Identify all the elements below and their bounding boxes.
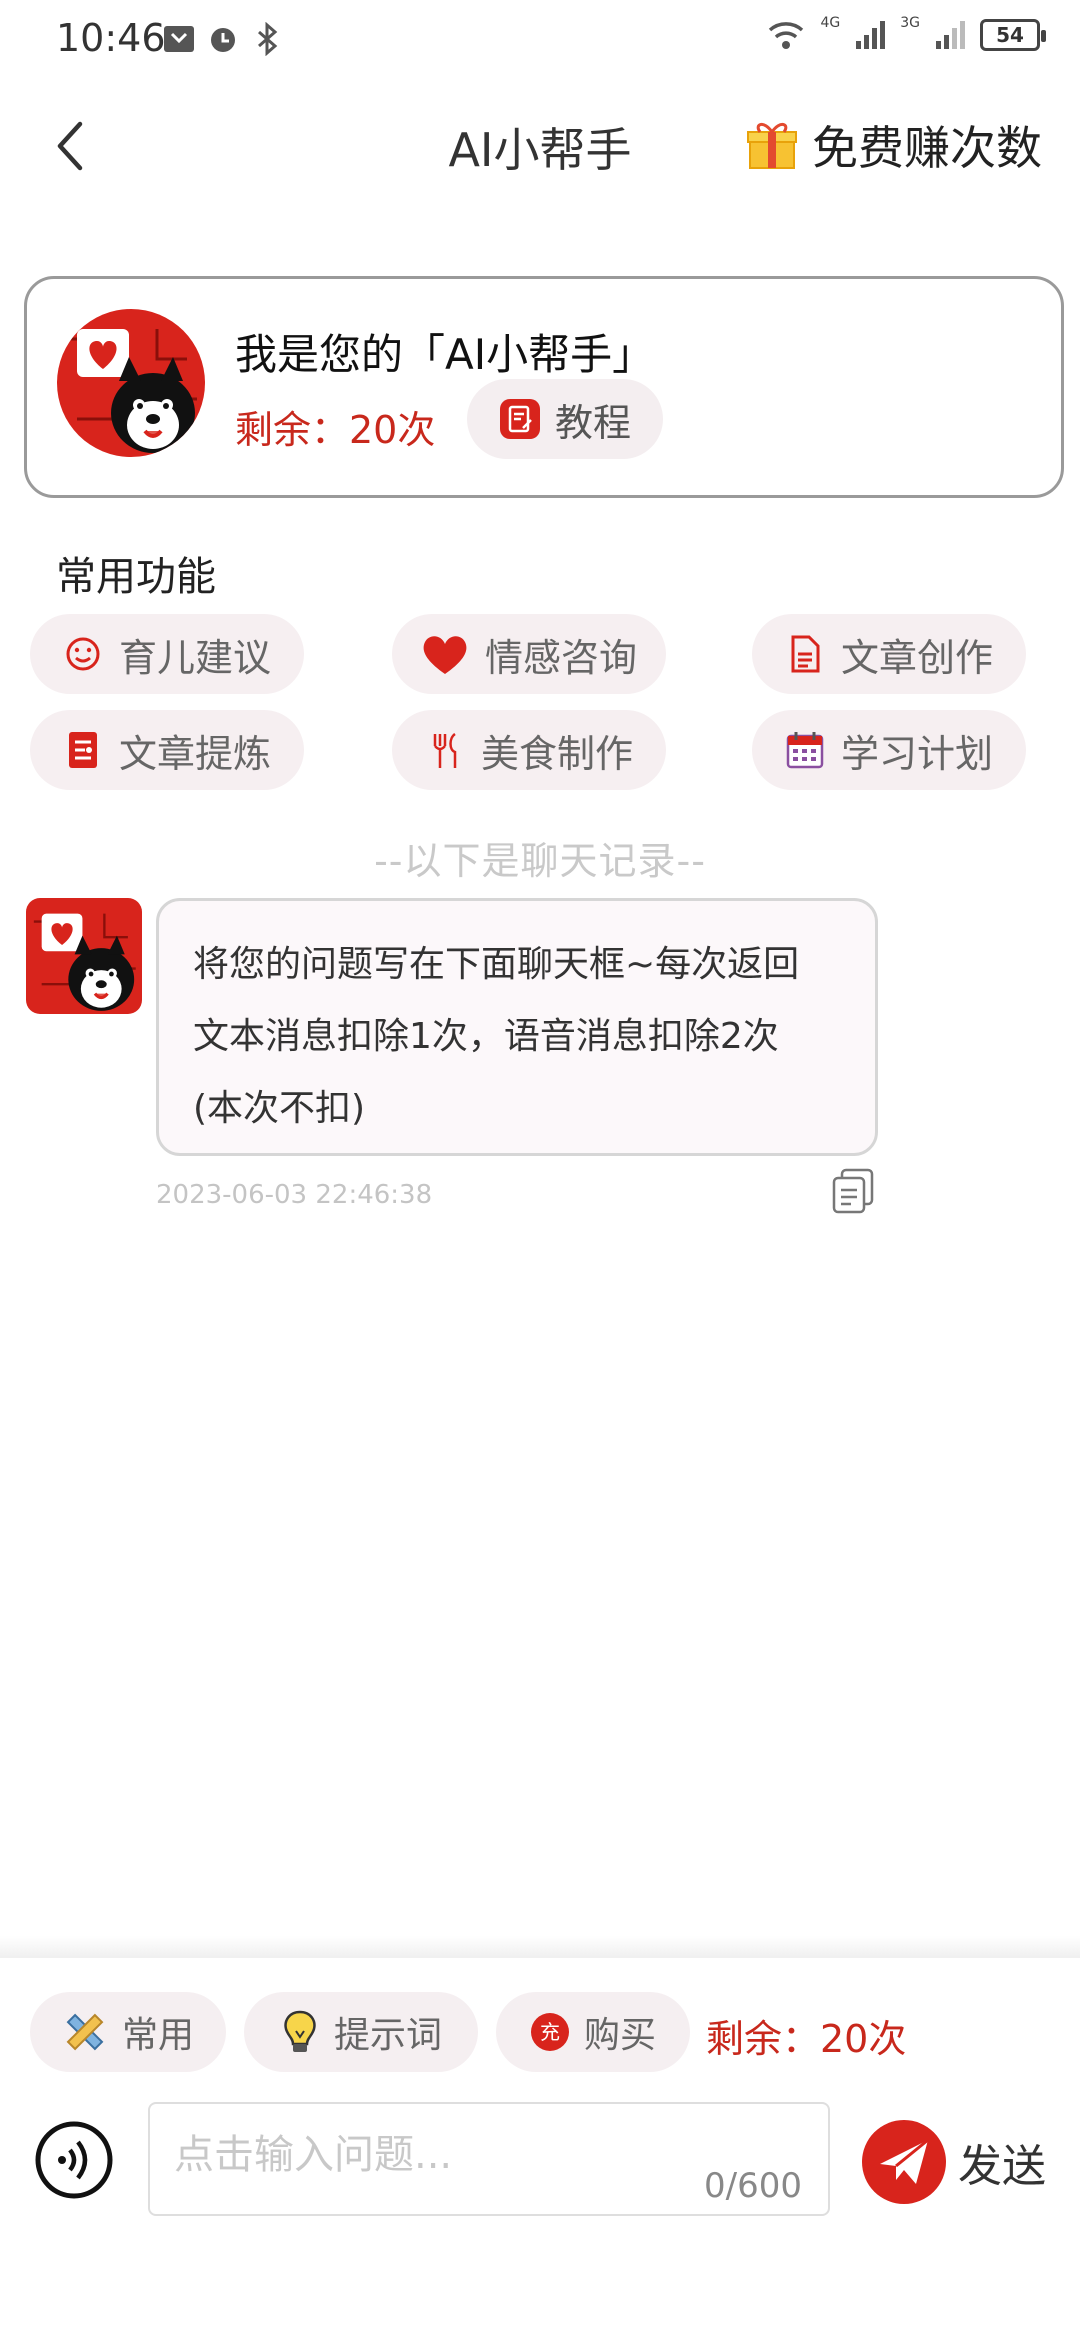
function-label: 美食制作 [480,731,633,776]
tool-label: 购买 [583,2015,656,2056]
tutorial-label: 教程 [554,400,631,445]
function-study-plan[interactable]: 学习计划 [752,710,1026,790]
calendar-icon [786,732,824,769]
document-icon [791,635,820,673]
function-article-summary[interactable]: 文章提炼 [30,710,304,790]
character-counter: 0/600 [704,2166,802,2206]
purchase-button[interactable]: 充 购买 [496,1992,690,2072]
chat-history-divider: --以下是聊天记录-- [374,839,706,883]
list-doc-icon [68,732,97,768]
back-icon[interactable] [46,116,98,176]
signal-icon [856,21,886,49]
avatar [57,309,205,457]
voice-input-icon[interactable] [34,2120,114,2200]
tutorial-button[interactable]: 教程 [467,379,663,459]
notification-icon [164,26,194,52]
fork-icon [433,732,457,768]
network-type-2: 3G [900,15,920,31]
bottom-input-bar: 常用 提示词 充 购买 剩余：20次 0/600 发送 [0,1958,1080,2340]
function-label: 育儿建议 [118,635,271,680]
assistant-profile-card: 我是您的「AI小帮手」 剩余：20次 教程 [24,276,1064,498]
assistant-name: 我是您的「AI小帮手」 [235,330,655,379]
assistant-message-bubble: 将您的问题写在下面聊天框~每次返回 文本消息扣除1次，语音消息扣除2次 (本次不… [156,898,878,1156]
tool-label: 提示词 [333,2015,442,2056]
app-header: AI小帮手 免费赚次数 [0,88,1080,198]
status-time: 10:46 [56,16,166,60]
function-label: 文章提炼 [118,731,271,776]
function-emotional-counseling[interactable]: 情感咨询 [392,614,666,694]
send-icon [862,2120,946,2204]
common-phrases-button[interactable]: 常用 [30,1992,226,2072]
smile-icon [66,637,100,671]
function-label: 情感咨询 [484,635,637,680]
remaining-count: 剩余：20次 [235,408,436,452]
send-label: 发送 [958,2141,1046,2192]
dog-mascot-icon [57,309,205,457]
alarm-icon [211,28,235,52]
common-functions-title: 常用功能 [56,554,216,600]
question-input[interactable] [174,2132,594,2178]
question-input-box[interactable]: 0/600 [148,2102,830,2216]
send-button[interactable]: 发送 [860,2118,1046,2206]
message-text-line: 文本消息扣除1次，语音消息扣除2次 [193,1016,779,1057]
function-article-writing[interactable]: 文章创作 [752,614,1026,694]
bluetooth-icon [258,22,278,56]
status-bar: 10:46 4G 3G 54 [0,0,1080,76]
earn-free-label: 免费赚次数 [812,121,1042,175]
function-cooking[interactable]: 美食制作 [392,710,666,790]
signal-icon-2 [936,21,965,49]
lightbulb-icon [284,2010,316,2052]
message-text-line: (本次不扣) [193,1088,366,1129]
wifi-icon [769,22,804,49]
message-timestamp: 2023-06-03 22:46:38 [156,1180,433,1210]
dog-mascot-icon [26,898,142,1014]
copy-icon[interactable] [832,1168,874,1214]
earn-free-button[interactable]: 免费赚次数 [746,112,1042,178]
function-label: 文章创作 [840,635,993,680]
svg-text:充: 充 [540,2020,560,2044]
heart-icon [423,636,467,674]
network-type-1: 4G [820,15,841,31]
charge-icon: 充 [530,2013,569,2051]
battery-icon: 54 [980,19,1046,51]
function-parenting-advice[interactable]: 育儿建议 [30,614,304,694]
message-text-line: 将您的问题写在下面聊天框~每次返回 [193,944,800,985]
assistant-avatar [26,898,142,1014]
pencil-ruler-icon [66,2013,104,2051]
tutorial-icon [499,399,540,439]
function-label: 学习计划 [840,731,993,776]
prompt-words-button[interactable]: 提示词 [244,1992,478,2072]
gift-icon [747,123,797,169]
tool-label: 常用 [121,2015,194,2056]
remaining-count: 剩余：20次 [706,2017,907,2061]
